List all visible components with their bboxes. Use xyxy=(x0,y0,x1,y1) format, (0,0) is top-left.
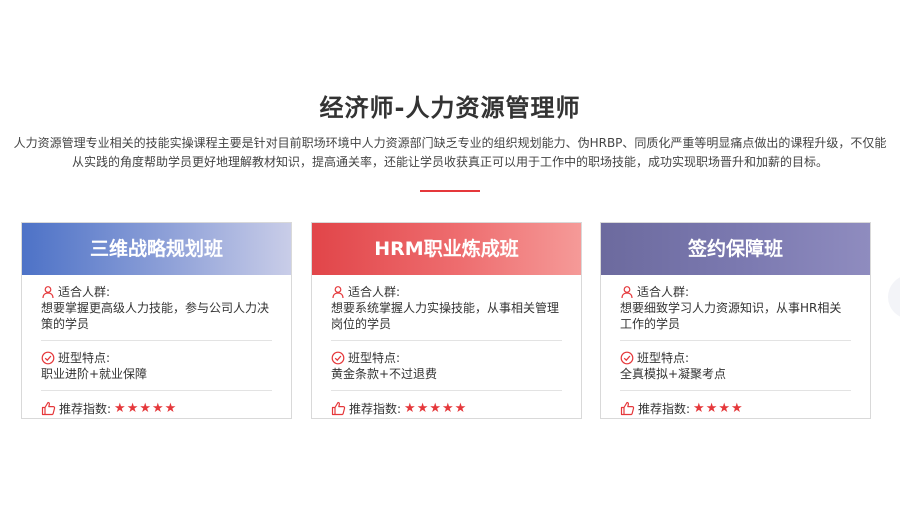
audience-label: 适合人群: xyxy=(348,285,401,299)
title-divider xyxy=(420,190,480,192)
features-section: 班型特点: 黄金条款+不过退费 xyxy=(331,341,562,391)
thumbs-up-icon xyxy=(41,401,56,416)
check-circle-icon xyxy=(620,351,634,365)
course-card-1[interactable]: 三维战略规划班 适合人群: 想要掌握更高级人力技能，参与公司人力决策的学员 班型… xyxy=(21,222,292,419)
audience-text: 想要掌握更高级人力技能，参与公司人力决策的学员 xyxy=(41,301,270,331)
features-section: 班型特点: 职业进阶+就业保障 xyxy=(41,341,272,391)
audience-label: 适合人群: xyxy=(58,285,111,299)
course-card-2[interactable]: HRM职业炼成班 适合人群: 想要系统掌握人力实操技能，从事相关管理岗位的学员 … xyxy=(311,222,582,419)
user-icon xyxy=(332,286,344,299)
features-label: 班型特点: xyxy=(637,351,690,365)
side-float-button[interactable] xyxy=(888,275,900,319)
audience-section: 适合人群: 想要掌握更高级人力技能，参与公司人力决策的学员 xyxy=(41,275,272,341)
audience-section: 适合人群: 想要细致学习人力资源知识，从事HR相关工作的学员 xyxy=(620,275,851,341)
section-title: 经济师-人力资源管理师 xyxy=(319,94,581,122)
audience-section: 适合人群: 想要系统掌握人力实操技能，从事相关管理岗位的学员 xyxy=(331,275,562,341)
audience-text: 想要系统掌握人力实操技能，从事相关管理岗位的学员 xyxy=(331,301,560,331)
rating-label: 推荐指数: xyxy=(638,402,691,416)
rating-stars: ★★★★★ xyxy=(114,401,178,416)
thumbs-up-icon xyxy=(620,401,635,416)
thumbs-up-icon xyxy=(331,401,346,416)
section-intro: 人力资源管理专业相关的技能实操课程主要是针对目前职场环境中人力资源部门缺乏专业的… xyxy=(13,136,887,169)
card-title: 签约保障班 xyxy=(601,223,870,275)
audience-text: 想要细致学习人力资源知识，从事HR相关工作的学员 xyxy=(620,301,842,331)
features-text: 全真模拟+凝聚考点 xyxy=(620,367,727,381)
check-circle-icon xyxy=(331,351,345,365)
rating-stars: ★★★★ xyxy=(693,401,744,416)
rating-label: 推荐指数: xyxy=(349,402,402,416)
card-title: 三维战略规划班 xyxy=(22,223,291,275)
rating-row: 推荐指数: ★★★★★ xyxy=(41,391,272,417)
features-label: 班型特点: xyxy=(58,351,111,365)
card-title: HRM职业炼成班 xyxy=(312,223,581,275)
audience-label: 适合人群: xyxy=(637,285,690,299)
rating-label: 推荐指数: xyxy=(59,402,112,416)
user-icon xyxy=(621,286,633,299)
user-icon xyxy=(42,286,54,299)
features-section: 班型特点: 全真模拟+凝聚考点 xyxy=(620,341,851,391)
features-text: 黄金条款+不过退费 xyxy=(331,367,438,381)
rating-row: 推荐指数: ★★★★ xyxy=(620,391,851,417)
features-text: 职业进阶+就业保障 xyxy=(41,367,148,381)
features-label: 班型特点: xyxy=(348,351,401,365)
rating-stars: ★★★★★ xyxy=(404,401,468,416)
course-card-3[interactable]: 签约保障班 适合人群: 想要细致学习人力资源知识，从事HR相关工作的学员 班型特… xyxy=(600,222,871,419)
check-circle-icon xyxy=(41,351,55,365)
rating-row: 推荐指数: ★★★★★ xyxy=(331,391,562,417)
